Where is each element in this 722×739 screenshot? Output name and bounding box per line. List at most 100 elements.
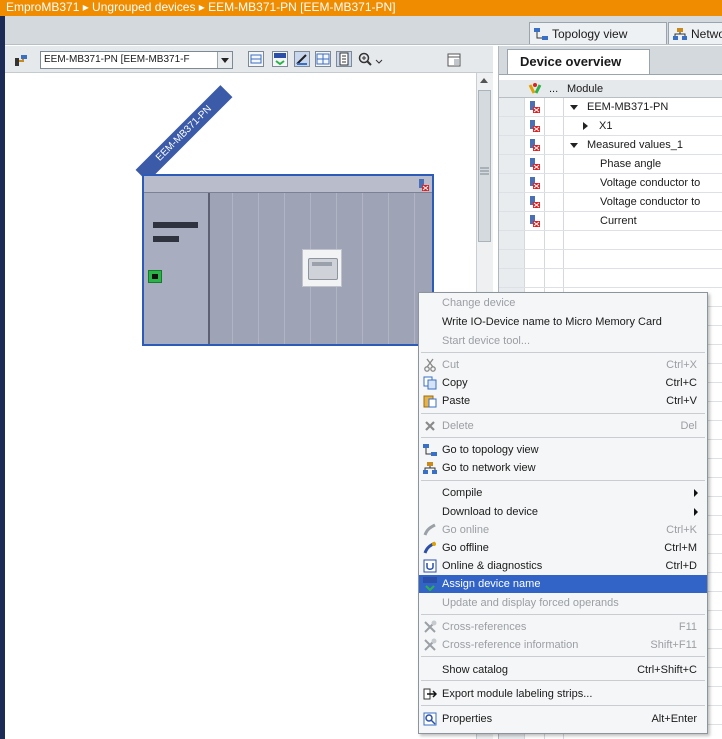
menu-item-shortcut: Ctrl+K xyxy=(666,524,697,536)
device-rack-titlebar xyxy=(144,176,432,193)
menu-item-label: Paste xyxy=(442,395,471,407)
table-row[interactable] xyxy=(499,231,722,250)
menu-item-shortcut: Ctrl+V xyxy=(666,395,697,407)
show-labels-icon[interactable] xyxy=(294,51,310,67)
menu-item-start-device-tool[interactable]: Start device tool... xyxy=(419,332,707,350)
module-error-icon xyxy=(529,101,540,113)
table-row[interactable] xyxy=(499,269,722,288)
module-error-icon xyxy=(529,158,540,170)
menu-separator xyxy=(421,680,705,681)
menu-item-properties[interactable]: Properties Alt+Enter xyxy=(419,710,707,728)
tab-network-view[interactable]: Network xyxy=(668,22,722,44)
menu-item-shortcut: Shift+F11 xyxy=(650,639,697,651)
tab-topology-view-label: Topology view xyxy=(552,26,628,41)
collapse-icon[interactable] xyxy=(570,98,580,116)
slot-divider xyxy=(414,193,415,344)
cross-reference-icon xyxy=(423,638,437,652)
export-arrow-icon xyxy=(423,687,438,701)
go-offline-icon xyxy=(423,541,437,555)
device-select[interactable]: EEM-MB371-PN [EEM-MB371-F xyxy=(40,51,233,69)
expand-icon[interactable] xyxy=(582,117,592,135)
slot-divider xyxy=(284,193,285,344)
page-view-icon[interactable] xyxy=(336,51,352,67)
menu-item-label: Properties xyxy=(442,713,493,725)
table-view-icon[interactable] xyxy=(315,51,331,67)
zoom-icon[interactable] xyxy=(358,52,384,68)
menu-item-shortcut: Del xyxy=(680,420,697,432)
menu-item-label: Update and display forced operands xyxy=(442,597,619,609)
error-badge-icon xyxy=(418,179,429,191)
device-canvas[interactable] xyxy=(5,73,475,739)
menu-item-paste[interactable]: Paste Ctrl+V xyxy=(419,392,707,410)
device-view-icon[interactable] xyxy=(13,52,29,68)
topology-icon xyxy=(423,443,437,457)
menu-separator xyxy=(421,480,705,481)
slot-divider xyxy=(232,193,233,344)
module-name[interactable]: EEM-MB371-PN xyxy=(587,98,722,116)
menu-separator xyxy=(421,413,705,414)
overview-grid-icon[interactable] xyxy=(248,51,264,67)
network-icon xyxy=(673,27,687,40)
show-overview-icon[interactable] xyxy=(446,52,462,68)
menu-item-label: Go offline xyxy=(442,542,489,554)
module-name[interactable]: X1 xyxy=(599,117,722,135)
menu-item-shortcut: Ctrl+D xyxy=(665,560,697,572)
menu-item-export-module-labeling-strips[interactable]: Export module labeling strips... xyxy=(419,685,707,703)
menu-item-cross-reference-information[interactable]: Cross-reference information Shift+F11 xyxy=(419,636,707,654)
device-module-image[interactable] xyxy=(302,249,342,287)
menu-item-change-device[interactable]: Change device xyxy=(419,294,707,312)
menu-item-label: Show catalog xyxy=(442,664,509,676)
scroll-up-icon[interactable] xyxy=(478,75,491,88)
menu-item-delete[interactable]: Delete Del xyxy=(419,417,707,435)
menu-item-label: Copy xyxy=(442,377,468,389)
menu-item-show-catalog[interactable]: Show catalog Ctrl+Shift+C xyxy=(419,661,707,679)
module-name[interactable]: Voltage conductor to xyxy=(600,174,722,192)
submenu-arrow-icon xyxy=(694,489,698,497)
menu-item-shortcut: Alt+Enter xyxy=(651,713,697,725)
device-interface-module[interactable] xyxy=(144,193,210,344)
menu-item-label: Download to device xyxy=(442,506,539,518)
ethernet-port-icon[interactable] xyxy=(148,270,162,283)
menu-item-update-and-display-forced-operands[interactable]: Update and display forced operands xyxy=(419,594,707,612)
menu-item-compile[interactable]: Compile xyxy=(419,484,707,502)
menu-item-cross-references[interactable]: Cross-references F11 xyxy=(419,618,707,636)
menu-item-shortcut: Ctrl+C xyxy=(665,377,697,389)
module-name[interactable]: Current xyxy=(600,212,722,230)
tab-topology-view[interactable]: Topology view xyxy=(529,22,667,44)
table-row[interactable] xyxy=(499,250,722,269)
menu-item-label: Change device xyxy=(442,297,516,309)
menu-item-cut[interactable]: Cut Ctrl+X xyxy=(419,356,707,374)
module-name[interactable]: Phase angle xyxy=(600,155,722,173)
menu-item-download-to-device[interactable]: Download to device xyxy=(419,503,707,521)
header-module[interactable]: Module xyxy=(567,80,603,98)
menu-item-label: Delete xyxy=(442,420,474,432)
module-name[interactable]: Voltage conductor to xyxy=(600,193,722,211)
menu-item-go-online[interactable]: Go online Ctrl+K xyxy=(419,521,707,539)
menu-item-assign-device-name[interactable]: Assign device name xyxy=(419,575,707,593)
header-dots[interactable]: ... xyxy=(549,80,558,98)
menu-item-online-diagnostics[interactable]: Online & diagnostics Ctrl+D xyxy=(419,557,707,575)
menu-item-go-offline[interactable]: Go offline Ctrl+M xyxy=(419,539,707,557)
tab-device-overview[interactable]: Device overview xyxy=(507,49,650,74)
slot-divider xyxy=(258,193,259,344)
copy-icon xyxy=(423,376,437,390)
menu-separator xyxy=(421,705,705,706)
chevron-down-icon[interactable] xyxy=(217,52,232,68)
menu-item-go-to-topology-view[interactable]: Go to topology view xyxy=(419,441,707,459)
menu-item-go-to-network-view[interactable]: Go to network view xyxy=(419,459,707,477)
diagnostics-header-icon[interactable] xyxy=(528,82,542,96)
menu-item-label: Export module labeling strips... xyxy=(442,688,593,700)
breadcrumb[interactable]: EmproMB371 ▸ Ungrouped devices ▸ EEM-MB3… xyxy=(0,0,722,16)
paste-icon xyxy=(423,394,437,408)
module-name[interactable]: Measured values_1 xyxy=(587,136,722,154)
menu-separator xyxy=(421,656,705,657)
submenu-arrow-icon xyxy=(694,508,698,516)
assign-name-icon xyxy=(423,577,437,592)
menu-item-copy[interactable]: Copy Ctrl+C xyxy=(419,374,707,392)
collapse-icon[interactable] xyxy=(570,136,580,154)
menu-item-write-io-device-name-to-micro-memory-card[interactable]: Write IO-Device name to Micro Memory Car… xyxy=(419,313,707,331)
assign-name-toolbar-icon[interactable] xyxy=(272,51,288,67)
module-error-icon xyxy=(529,120,540,132)
menu-item-shortcut: Ctrl+Shift+C xyxy=(637,664,697,676)
cross-reference-icon xyxy=(423,620,437,634)
